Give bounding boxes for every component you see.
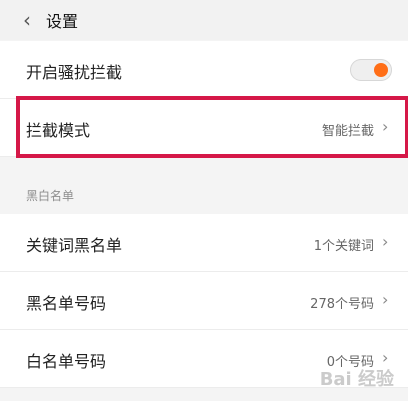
whitelist-numbers-label: 白名单号码 [26,352,107,371]
chevron-right-icon: › [382,348,389,367]
top-bar: ‹ 设置 [0,0,408,40]
intercept-mode-value: 智能拦截 [321,124,374,139]
harassment-label: 开启骚扰拦截 [26,63,123,82]
harassment-toggle[interactable] [350,59,392,81]
intercept-mode-label: 拦截模式 [26,121,91,140]
chevron-right-icon: › [382,290,389,309]
toggle-knob [374,63,388,77]
back-chevron-icon[interactable]: ‹ [18,10,36,30]
watermark: Bai 经验 [319,369,394,390]
page-title: 设置 [46,12,79,31]
harassment-toggle-row[interactable]: 开启骚扰拦截 [0,41,408,99]
keyword-blacklist-value: 1个关键词 [313,239,374,254]
chevron-right-icon: › [382,117,389,136]
blacklist-numbers-label: 黑名单号码 [26,294,107,313]
intercept-mode-row[interactable]: 拦截模式 智能拦截 › [0,99,408,157]
chevron-right-icon: › [382,232,389,251]
blacklist-numbers-value: 278个号码 [310,297,374,312]
blacklist-numbers-row[interactable]: 黑名单号码 278个号码 › [0,272,408,330]
section-label-blackwhite: 黑白名单 [26,189,75,203]
keyword-blacklist-row[interactable]: 关键词黑名单 1个关键词 › [0,214,408,272]
keyword-blacklist-label: 关键词黑名单 [26,236,123,255]
